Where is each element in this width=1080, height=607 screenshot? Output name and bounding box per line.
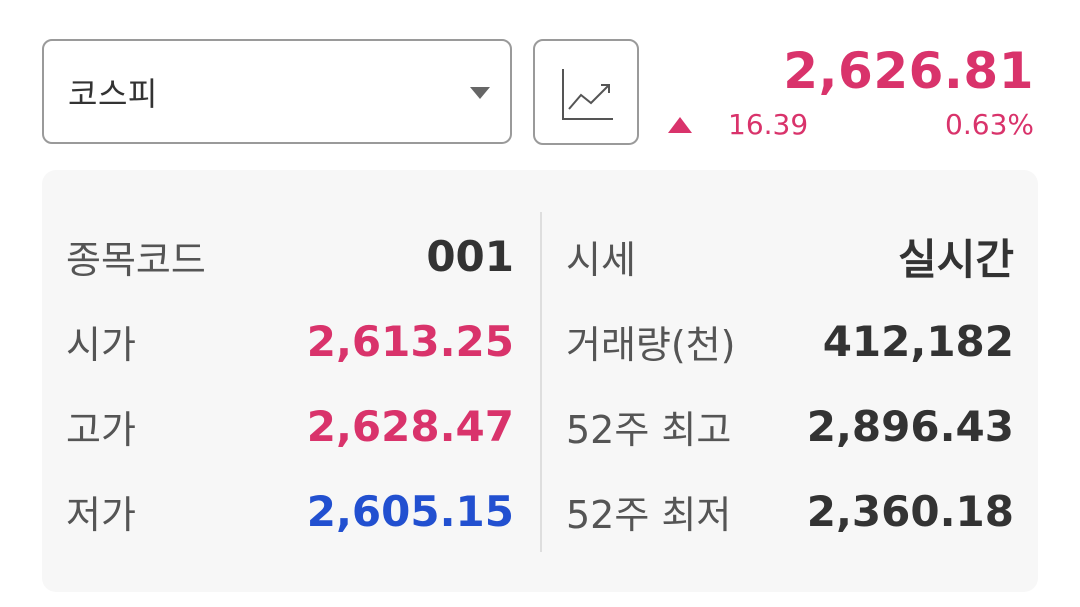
detail-row-low: 저가 2,605.15 bbox=[66, 481, 514, 541]
detail-label: 저가 bbox=[66, 492, 136, 537]
detail-row-volume: 거래량(천) 412,182 bbox=[566, 311, 1014, 371]
price-change-percent: 0.63% bbox=[945, 108, 1034, 141]
detail-row-open: 시가 2,613.25 bbox=[66, 311, 514, 371]
column-divider bbox=[540, 212, 542, 552]
detail-value: 2,613.25 bbox=[306, 316, 514, 366]
detail-value: 2,605.15 bbox=[306, 486, 514, 536]
detail-label: 거래량(천) bbox=[566, 322, 736, 367]
detail-row-quote-type: 시세 실시간 bbox=[566, 226, 1014, 286]
caret-down-icon bbox=[470, 86, 490, 99]
line-chart-icon bbox=[562, 69, 613, 120]
detail-row-high: 고가 2,628.47 bbox=[66, 396, 514, 456]
current-price: 2,626.81 bbox=[783, 42, 1034, 100]
detail-value: 실시간 bbox=[898, 234, 1014, 284]
detail-value: 2,360.18 bbox=[806, 486, 1014, 536]
index-select-dropdown[interactable]: 코스피 bbox=[42, 39, 512, 144]
detail-value: 001 bbox=[426, 231, 514, 281]
details-panel: 종목코드 001 시가 2,613.25 고가 2,628.47 저가 2,60… bbox=[42, 170, 1038, 592]
index-quote-widget: 코스피 2,626.81 16.39 0.63% 종목코드 001 시가 2,6… bbox=[0, 0, 1080, 607]
price-change: 16.39 bbox=[728, 108, 809, 141]
detail-label: 종목코드 bbox=[66, 237, 206, 282]
detail-value: 2,628.47 bbox=[306, 401, 514, 451]
detail-label: 52주 최저 bbox=[566, 492, 732, 537]
detail-row-52w-low: 52주 최저 2,360.18 bbox=[566, 481, 1014, 541]
detail-row-code: 종목코드 001 bbox=[66, 226, 514, 286]
chart-button[interactable] bbox=[533, 39, 639, 145]
detail-label: 시세 bbox=[566, 237, 636, 282]
detail-label: 고가 bbox=[66, 407, 136, 452]
detail-label: 52주 최고 bbox=[566, 407, 732, 452]
up-triangle-icon bbox=[668, 117, 692, 133]
detail-value: 2,896.43 bbox=[806, 401, 1014, 451]
index-select-value: 코스피 bbox=[68, 74, 158, 113]
detail-row-52w-high: 52주 최고 2,896.43 bbox=[566, 396, 1014, 456]
detail-label: 시가 bbox=[66, 322, 136, 367]
detail-value: 412,182 bbox=[822, 316, 1014, 366]
